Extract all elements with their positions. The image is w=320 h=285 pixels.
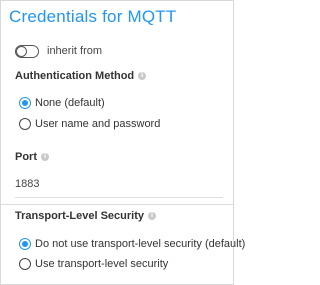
inherit-toggle-label: inherit from [47, 45, 103, 57]
tls-option-no-tls[interactable]: Do not use transport-level security (def… [19, 237, 245, 251]
radio-selected-icon[interactable] [19, 238, 31, 250]
radio-unselected-icon[interactable] [19, 118, 31, 130]
authentication-method-label: Authentication Method i [15, 70, 147, 82]
inherit-toggle-row[interactable]: inherit from [15, 43, 102, 59]
tls-option-use-tls[interactable]: Use transport-level security [19, 257, 168, 271]
info-icon[interactable]: i [148, 212, 156, 220]
port-label: Port i [15, 151, 49, 163]
inherit-toggle[interactable] [15, 44, 39, 58]
port-input[interactable]: 1883 [15, 178, 39, 190]
radio-unselected-icon[interactable] [19, 258, 31, 270]
port-label-text: Port [15, 151, 37, 163]
auth-option-username-password-label: User name and password [35, 118, 161, 130]
info-icon[interactable]: i [41, 153, 49, 161]
tls-option-no-tls-label: Do not use transport-level security (def… [35, 238, 246, 250]
info-icon[interactable]: i [138, 72, 147, 80]
page-title: Credentials for MQTT [9, 7, 177, 26]
transport-level-security-label: Transport-Level Security i [15, 210, 156, 222]
transport-level-security-text: Transport-Level Security [15, 210, 144, 222]
auth-option-none-label: None (default) [35, 97, 105, 109]
section-divider [1, 204, 233, 205]
auth-option-none[interactable]: None (default) [19, 96, 105, 110]
port-input-underline [15, 197, 223, 198]
auth-option-username-password[interactable]: User name and password [19, 117, 160, 131]
toggle-knob [16, 45, 27, 57]
radio-selected-icon[interactable] [19, 97, 31, 109]
tls-option-use-tls-label: Use transport-level security [35, 258, 169, 270]
authentication-method-text: Authentication Method [15, 70, 135, 82]
credentials-panel: Credentials for MQTT inherit from Authen… [0, 0, 245, 285]
